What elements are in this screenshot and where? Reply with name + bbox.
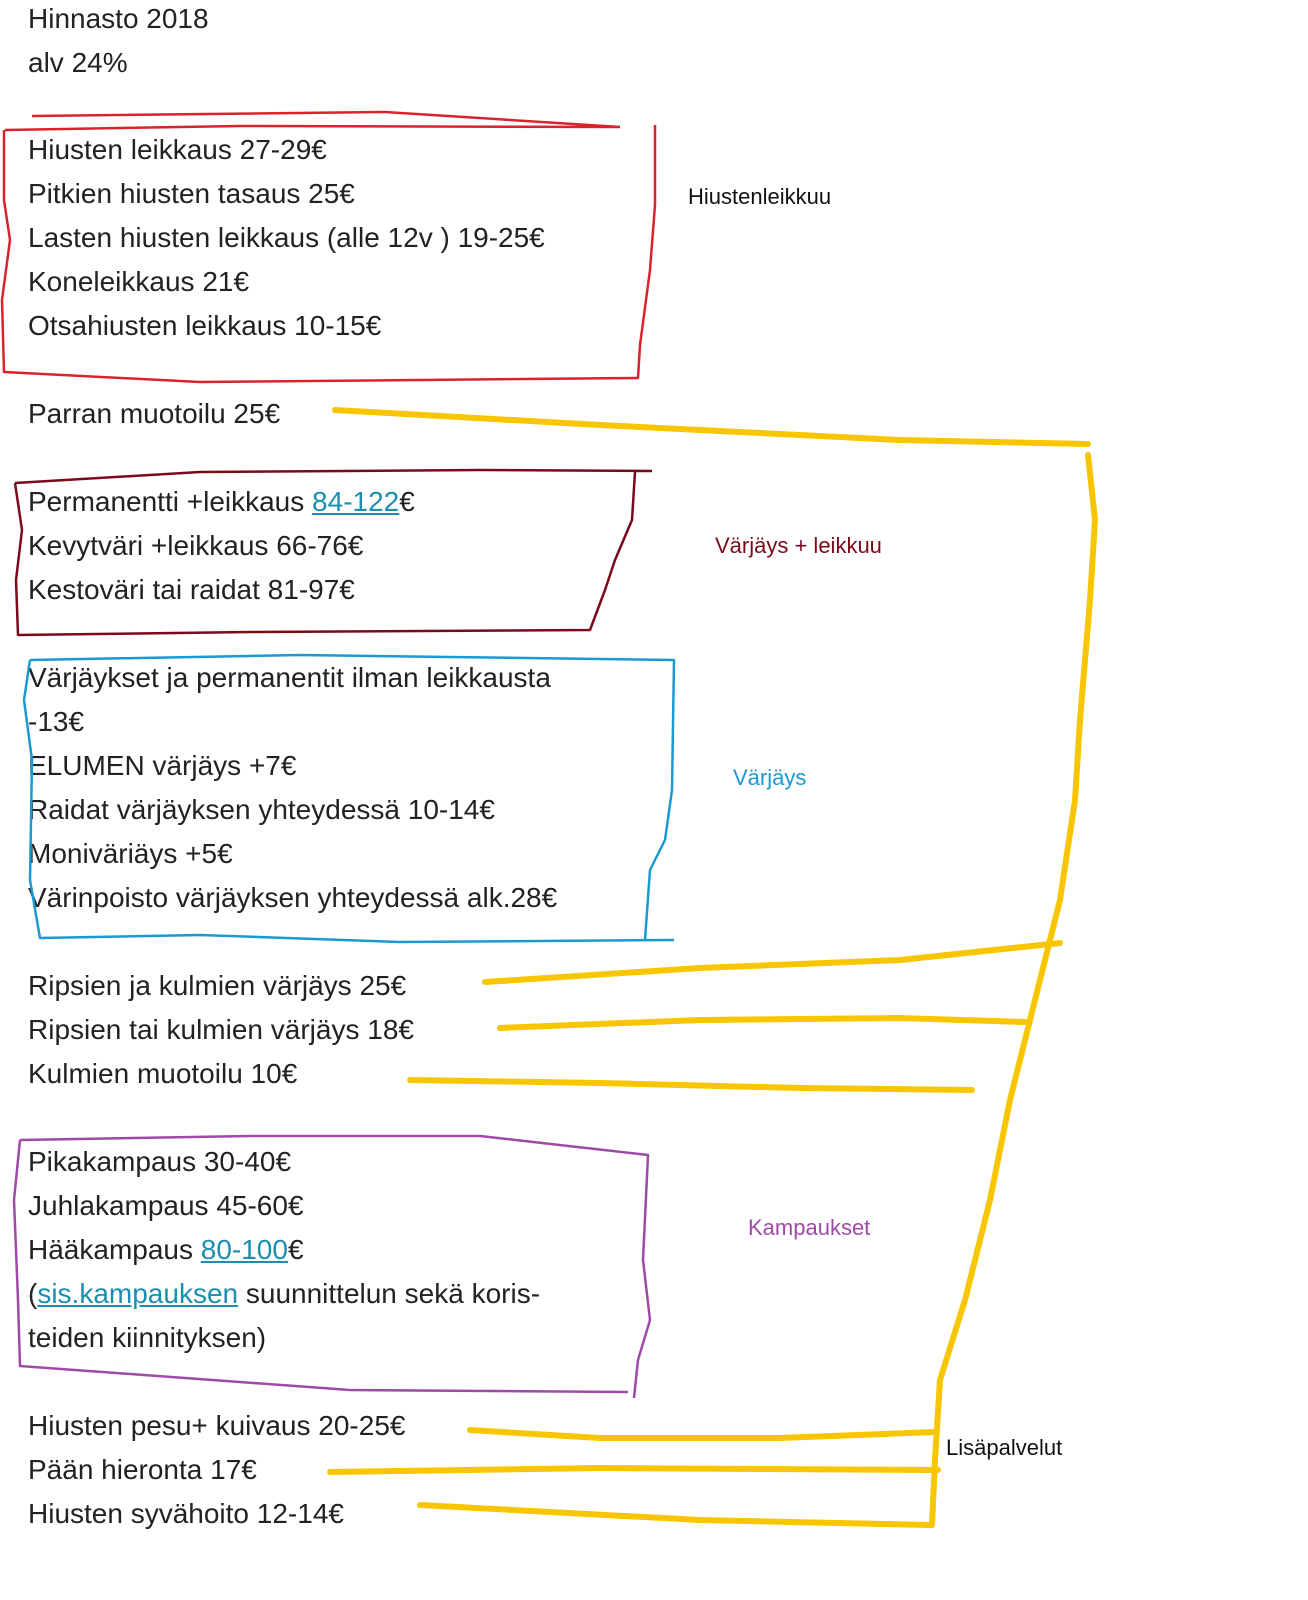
price-line: Ripsien ja kulmien värjäys 25€ [28, 970, 407, 1001]
perm-label: Permanentti +leikkaus [28, 486, 313, 517]
price-line: Hiusten leikkaus 27-29€ [28, 134, 327, 165]
note-text: suunnittelun sekä koris- [238, 1278, 541, 1309]
price-line: Pitkien hiusten tasaus 25€ [28, 178, 355, 209]
wedding-label: Hääkampaus [28, 1234, 201, 1265]
category-label-haircut: Hiustenleikkuu [688, 184, 832, 209]
price-list-title: Hinnasto 2018 [28, 3, 209, 34]
perm-currency: € [399, 486, 415, 517]
vat-note: alv 24% [28, 47, 128, 78]
extras-connectors [327, 407, 1098, 1528]
price-line: -13€ [28, 706, 85, 737]
price-line: Ripsien tai kulmien värjäys 18€ [28, 1014, 414, 1045]
price-line: Lasten hiusten leikkaus (alle 12v ) 19-2… [28, 222, 545, 253]
wedding-note: (sis.kampauksen suunnittelun sekä koris- [28, 1277, 540, 1311]
wedding-price-link[interactable]: 80-100 [201, 1234, 288, 1265]
category-label-styling: Kampaukset [748, 1215, 871, 1240]
price-line-wedding: Hääkampaus 80-100€ [28, 1233, 304, 1267]
price-line: Hiusten pesu+ kuivaus 20-25€ [28, 1410, 406, 1441]
price-line: ELUMEN värjäys +7€ [28, 750, 297, 781]
category-label-color: Värjäys [733, 765, 807, 790]
price-line: Moniväriäys +5€ [28, 838, 233, 869]
price-line: Värjäykset ja permanentit ilman leikkaus… [28, 662, 551, 693]
category-label-extras: Lisäpalvelut [946, 1435, 1063, 1460]
price-line: Juhlakampaus 45-60€ [28, 1190, 304, 1221]
price-line: Pikakampaus 30-40€ [28, 1146, 292, 1177]
note-link[interactable]: sis.kampauksen [37, 1278, 238, 1309]
price-line: Hiusten syvähoito 12-14€ [28, 1498, 344, 1529]
price-line: Kevytväri +leikkaus 66-76€ [28, 530, 364, 561]
price-line-perm: Permanentti +leikkaus 84-122€ [28, 485, 415, 519]
category-label-color-cut: Värjäys + leikkuu [715, 533, 882, 558]
price-line: Otsahiusten leikkaus 10-15€ [28, 310, 382, 341]
wedding-note-line2: teiden kiinnityksen) [28, 1322, 267, 1353]
perm-price-link[interactable]: 84-122 [312, 486, 399, 517]
price-line: Kulmien muotoilu 10€ [28, 1058, 298, 1089]
price-line: Koneleikkaus 21€ [28, 266, 250, 297]
note-open: ( [28, 1278, 38, 1309]
price-line: Kestoväri tai raidat 81-97€ [28, 574, 355, 605]
price-line: Raidat värjäyksen yhteydessä 10-14€ [28, 794, 495, 825]
price-line: Värinpoisto värjäyksen yhteydessä alk.28… [28, 882, 558, 913]
wedding-currency: € [287, 1234, 304, 1265]
price-line: Parran muotoilu 25€ [28, 398, 281, 429]
price-line: Pään hieronta 17€ [28, 1454, 257, 1485]
